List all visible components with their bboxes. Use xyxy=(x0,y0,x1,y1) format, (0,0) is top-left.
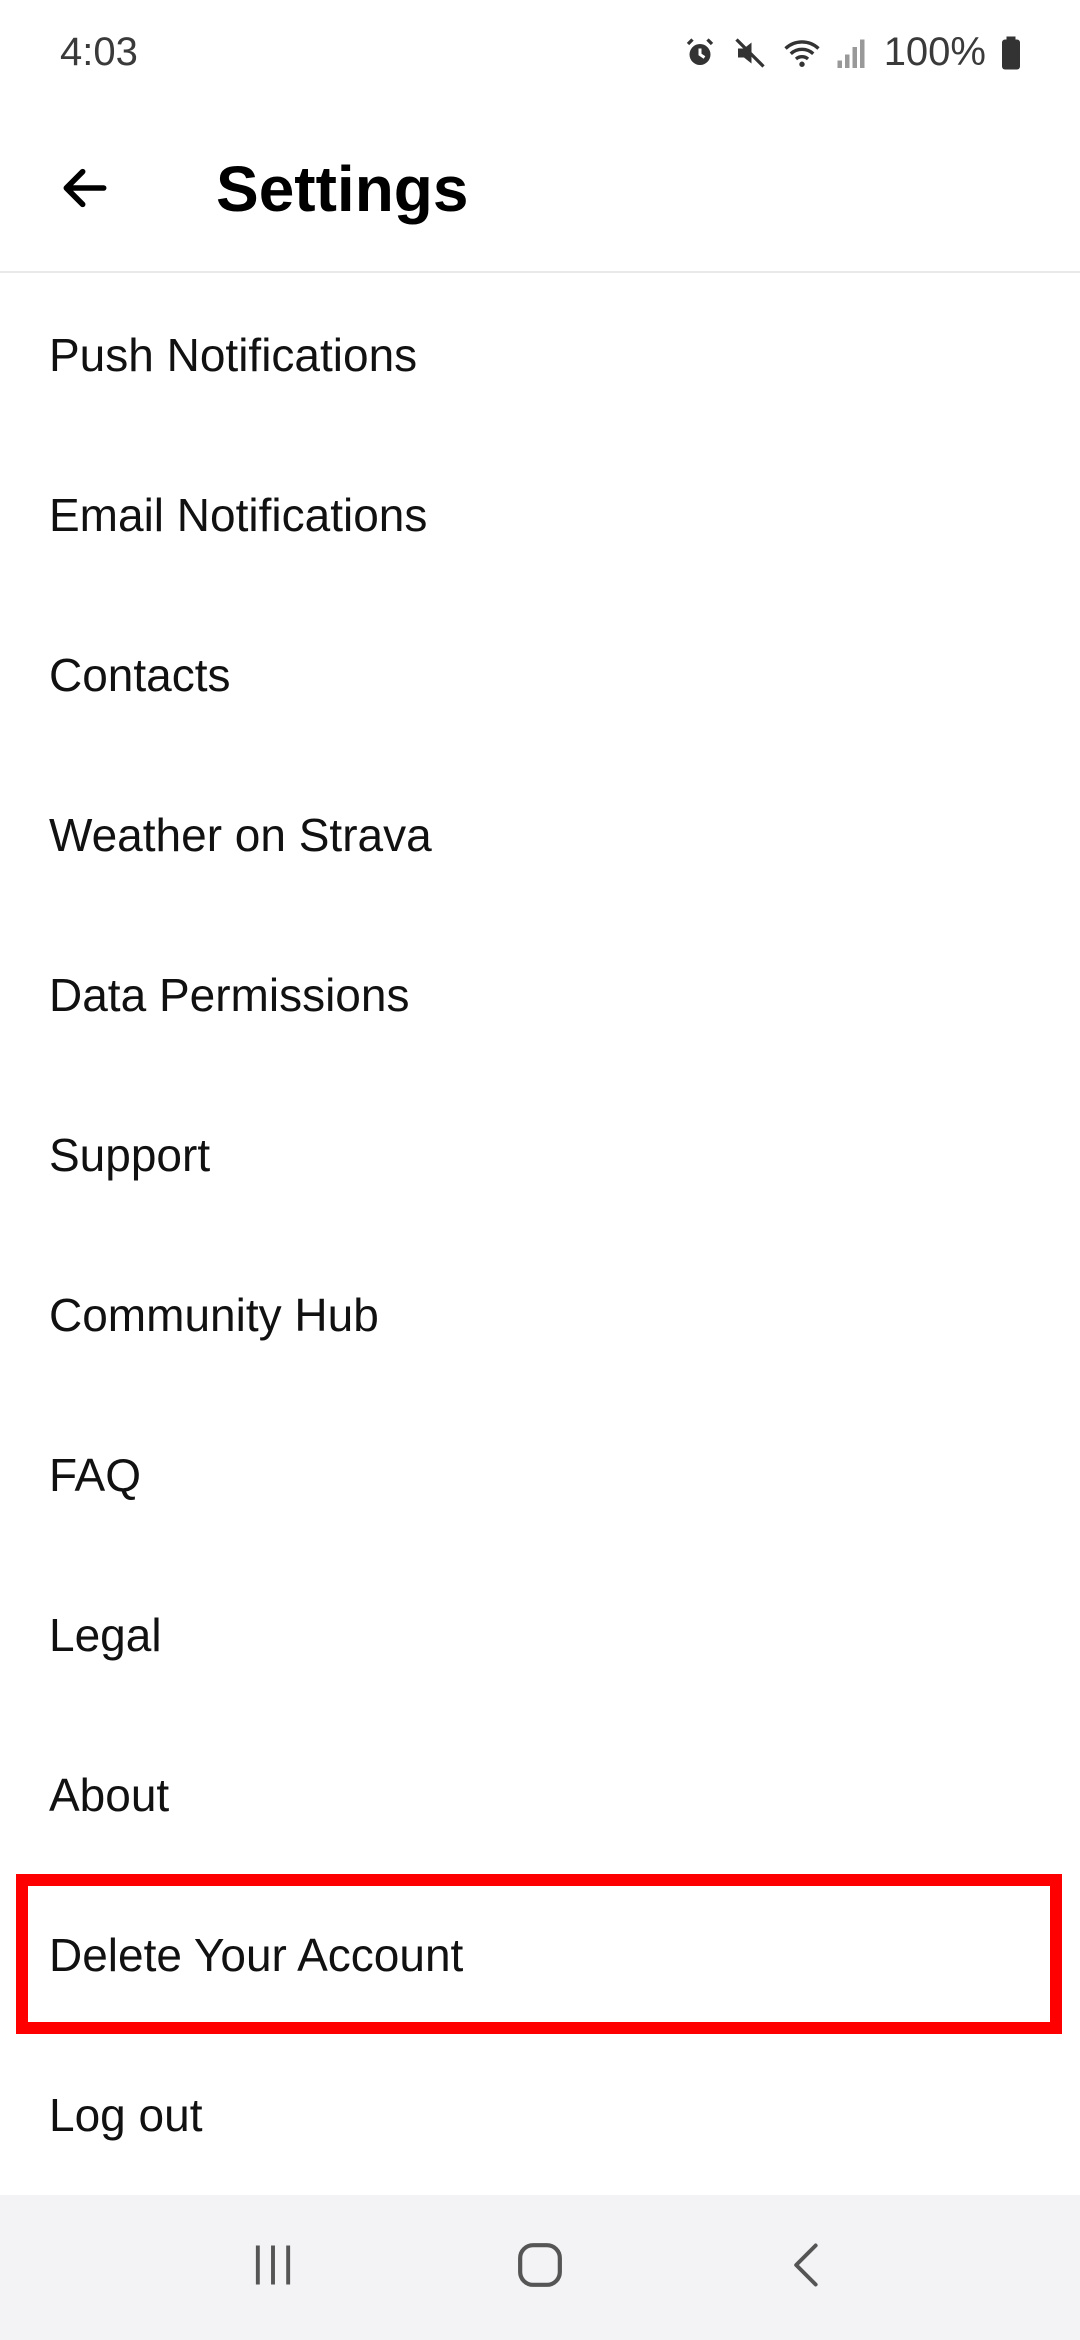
home-icon xyxy=(512,2237,568,2298)
settings-item-community-hub[interactable]: Community Hub xyxy=(0,1235,1080,1395)
settings-item-label: Email Notifications xyxy=(49,489,428,541)
settings-item-contacts[interactable]: Contacts xyxy=(0,595,1080,755)
recent-apps-button[interactable] xyxy=(213,2208,333,2328)
settings-item-support[interactable]: Support xyxy=(0,1075,1080,1235)
settings-list: Push Notifications Email Notifications C… xyxy=(0,275,1080,2195)
settings-item-email-notifications[interactable]: Email Notifications xyxy=(0,435,1080,595)
settings-screen: 4:03 100% Settings Push Notifications Em… xyxy=(0,0,1080,2340)
back-button[interactable] xyxy=(40,145,130,235)
app-bar: Settings xyxy=(0,105,1080,273)
settings-item-label: Legal xyxy=(49,1609,162,1661)
settings-item-label: Community Hub xyxy=(49,1289,379,1341)
recent-apps-icon xyxy=(247,2239,299,2296)
settings-item-legal[interactable]: Legal xyxy=(0,1555,1080,1715)
settings-item-label: Delete Your Account xyxy=(49,1929,464,1981)
settings-item-about[interactable]: About xyxy=(0,1715,1080,1875)
status-icons: 100% xyxy=(682,30,1022,75)
signal-icon xyxy=(836,35,866,71)
settings-item-weather-on-strava[interactable]: Weather on Strava xyxy=(0,755,1080,915)
battery-level: 100% xyxy=(883,30,986,74)
settings-item-label: Log out xyxy=(49,2089,203,2141)
settings-item-label: About xyxy=(49,1769,170,1821)
home-button[interactable] xyxy=(480,2208,600,2328)
settings-item-label: Push Notifications xyxy=(49,329,418,381)
settings-item-label: Weather on Strava xyxy=(49,809,432,861)
settings-item-log-out[interactable]: Log out xyxy=(0,2035,1080,2195)
arrow-left-icon xyxy=(57,160,113,221)
mute-icon xyxy=(732,35,768,71)
settings-item-label: Support xyxy=(49,1129,211,1181)
settings-item-data-permissions[interactable]: Data Permissions xyxy=(0,915,1080,1075)
settings-item-label: Data Permissions xyxy=(49,969,410,1021)
nav-back-button[interactable] xyxy=(747,2208,867,2328)
page-title: Settings xyxy=(216,153,469,225)
settings-item-label: FAQ xyxy=(49,1449,142,1501)
status-time: 4:03 xyxy=(60,30,138,74)
alarm-icon xyxy=(682,35,718,71)
navigation-bar xyxy=(0,2195,1080,2340)
settings-item-delete-account[interactable]: Delete Your Account xyxy=(0,1875,1080,2035)
settings-item-push-notifications[interactable]: Push Notifications xyxy=(0,275,1080,435)
battery-icon xyxy=(1000,35,1022,71)
settings-item-faq[interactable]: FAQ xyxy=(0,1395,1080,1555)
status-bar: 4:03 100% xyxy=(0,0,1080,105)
wifi-icon xyxy=(782,35,822,71)
back-icon xyxy=(781,2239,833,2296)
settings-item-label: Contacts xyxy=(49,649,231,701)
